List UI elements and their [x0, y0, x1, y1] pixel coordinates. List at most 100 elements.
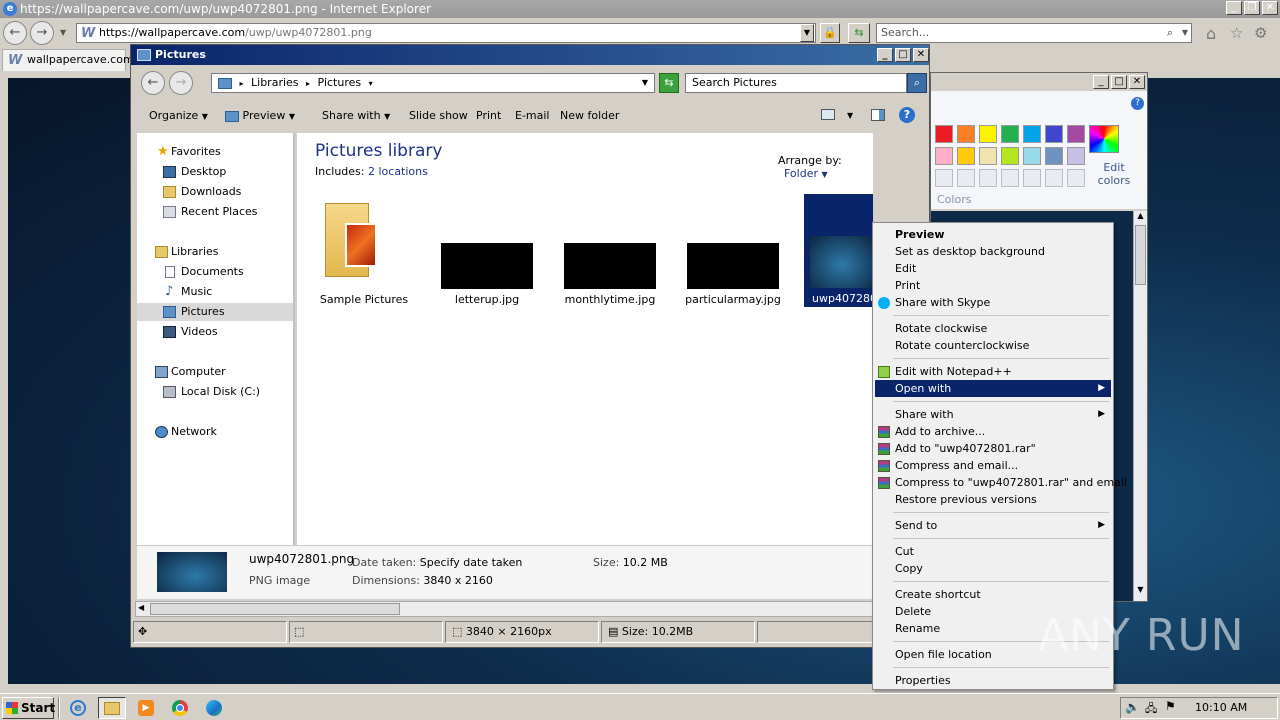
- palette-empty-swatch[interactable]: [1067, 169, 1085, 187]
- favorites-star-icon[interactable]: ☆: [1230, 24, 1243, 42]
- palette-color-swatch[interactable]: [1023, 147, 1041, 165]
- restore-button[interactable]: ❐: [1244, 1, 1260, 15]
- network-tray-icon[interactable]: 🖧: [1145, 700, 1157, 719]
- forward-button[interactable]: →: [30, 21, 54, 45]
- palette-color-swatch[interactable]: [1023, 125, 1041, 143]
- nav-music[interactable]: ♪ Music: [137, 283, 293, 301]
- palette-color-swatch[interactable]: [1045, 125, 1063, 143]
- menu-item-open-with[interactable]: Open with ▶: [875, 380, 1111, 397]
- menu-item-share-with-skype[interactable]: Share with Skype: [875, 294, 1111, 311]
- palette-empty-swatch[interactable]: [979, 169, 997, 187]
- palette-color-swatch[interactable]: [1067, 147, 1085, 165]
- slide-show-button[interactable]: Slide show: [409, 109, 468, 123]
- refresh-icon[interactable]: ⇆: [848, 23, 870, 43]
- taskbar-chrome-icon[interactable]: [166, 697, 194, 719]
- horizontal-scroll-thumb[interactable]: [150, 603, 400, 615]
- menu-item-set-as-desktop-background[interactable]: Set as desktop background: [875, 243, 1111, 260]
- nav-local-disk[interactable]: Local Disk (C:): [137, 383, 293, 401]
- scroll-down-icon[interactable]: ▼: [1135, 585, 1146, 598]
- menu-item-share-with[interactable]: Share with ▶: [875, 406, 1111, 423]
- palette-color-swatch[interactable]: [1045, 147, 1063, 165]
- explorer-search-input[interactable]: Search Pictures: [685, 73, 907, 93]
- explorer-close-button[interactable]: ✕: [913, 48, 929, 62]
- palette-color-swatch[interactable]: [1067, 125, 1085, 143]
- nav-network[interactable]: Network: [137, 423, 293, 441]
- menu-item-cut[interactable]: Cut: [875, 543, 1111, 560]
- palette-empty-swatch[interactable]: [1045, 169, 1063, 187]
- palette-color-swatch[interactable]: [1001, 125, 1019, 143]
- explorer-forward-button[interactable]: →: [169, 71, 193, 95]
- volume-icon[interactable]: 🔈: [1125, 700, 1140, 714]
- date-taken-field[interactable]: Specify date taken: [420, 556, 523, 569]
- new-folder-button[interactable]: New folder: [560, 109, 619, 123]
- taskbar-edge-icon[interactable]: [200, 697, 228, 719]
- menu-item-copy[interactable]: Copy: [875, 560, 1111, 577]
- help-icon[interactable]: ?: [899, 107, 915, 123]
- search-icon[interactable]: ⌕: [1167, 24, 1173, 42]
- nav-favorites[interactable]: ★ Favorites: [137, 143, 293, 161]
- explorer-back-button[interactable]: ←: [141, 71, 165, 95]
- taskbar-ie-icon[interactable]: e: [64, 697, 92, 719]
- history-dropdown-icon[interactable]: ▼: [60, 28, 66, 37]
- breadcrumb-libraries[interactable]: Libraries: [251, 76, 299, 89]
- nav-documents[interactable]: Documents: [137, 263, 293, 281]
- edit-colors-button[interactable]: Edit colors: [1089, 161, 1139, 187]
- nav-libraries[interactable]: Libraries: [137, 243, 293, 261]
- menu-item-print[interactable]: Print: [875, 277, 1111, 294]
- organize-button[interactable]: Organize ▼: [149, 109, 208, 124]
- explorer-refresh-icon[interactable]: ⇆: [659, 73, 679, 93]
- horizontal-scrollbar[interactable]: ◀: [135, 601, 873, 617]
- palette-empty-swatch[interactable]: [1023, 169, 1041, 187]
- palette-color-swatch[interactable]: [1001, 147, 1019, 165]
- taskbar-media-player-icon[interactable]: ▶: [132, 697, 160, 719]
- palette-color-swatch[interactable]: [957, 125, 975, 143]
- palette-empty-swatch[interactable]: [1001, 169, 1019, 187]
- email-button[interactable]: E-mail: [515, 109, 550, 123]
- scroll-left-icon[interactable]: ◀: [138, 603, 144, 612]
- menu-item-create-shortcut[interactable]: Create shortcut: [875, 586, 1111, 603]
- home-icon[interactable]: ⌂: [1206, 24, 1216, 43]
- menu-item-add-to-archive[interactable]: Add to archive...: [875, 423, 1111, 440]
- settings-gear-icon[interactable]: ⚙: [1254, 24, 1267, 42]
- preview-pane-icon[interactable]: [871, 109, 885, 121]
- palette-color-swatch[interactable]: [979, 125, 997, 143]
- nav-pictures[interactable]: Pictures: [137, 303, 293, 321]
- nav-videos[interactable]: Videos: [137, 323, 293, 341]
- menu-item-preview[interactable]: Preview: [875, 226, 1111, 243]
- action-center-flag-icon[interactable]: ⚑: [1165, 699, 1176, 713]
- menu-item-edit[interactable]: Edit: [875, 260, 1111, 277]
- clock[interactable]: 10:10 AM: [1195, 701, 1247, 714]
- print-button[interactable]: Print: [476, 109, 501, 123]
- menu-item-add-to-uwp4072801-rar[interactable]: Add to "uwp4072801.rar": [875, 440, 1111, 457]
- breadcrumb[interactable]: ▸ Libraries ▸ Pictures ▾ ▼: [211, 73, 655, 93]
- palette-color-swatch[interactable]: [935, 125, 953, 143]
- breadcrumb-chevron-icon[interactable]: ▾: [369, 79, 373, 88]
- breadcrumb-chevron-icon[interactable]: ▸: [240, 79, 244, 88]
- menu-item-send-to[interactable]: Send to ▶: [875, 517, 1111, 534]
- paint-maximize-button[interactable]: □: [1111, 75, 1127, 89]
- palette-color-swatch[interactable]: [979, 147, 997, 165]
- browser-tab[interactable]: W wallpapercave.com: [2, 49, 134, 71]
- menu-item-properties[interactable]: Properties: [875, 672, 1111, 689]
- share-with-button[interactable]: Share with ▼: [322, 109, 390, 124]
- breadcrumb-dropdown-icon[interactable]: ▼: [642, 74, 648, 92]
- edit-colors-icon[interactable]: [1089, 125, 1119, 153]
- paint-close-button[interactable]: ✕: [1129, 75, 1145, 89]
- paint-vertical-scrollbar[interactable]: ▲ ▼: [1133, 211, 1147, 601]
- palette-color-swatch[interactable]: [935, 147, 953, 165]
- menu-item-rotate-clockwise[interactable]: Rotate clockwise: [875, 320, 1111, 337]
- preview-button[interactable]: Preview ▼: [225, 109, 295, 124]
- explorer-search-icon[interactable]: ⌕: [907, 73, 927, 93]
- close-button[interactable]: ✕: [1262, 1, 1278, 15]
- palette-empty-swatch[interactable]: [935, 169, 953, 187]
- ie-search-input[interactable]: Search... ⌕ ▼: [876, 23, 1192, 43]
- address-dropdown-icon[interactable]: ▼: [800, 24, 814, 42]
- scroll-up-icon[interactable]: ▲: [1135, 211, 1146, 224]
- help-icon[interactable]: ?: [1131, 97, 1144, 110]
- palette-color-swatch[interactable]: [957, 147, 975, 165]
- lock-icon[interactable]: 🔒: [820, 23, 840, 43]
- nav-desktop[interactable]: Desktop: [137, 163, 293, 181]
- paint-minimize-button[interactable]: _: [1093, 75, 1109, 89]
- menu-item-compress-to-uwp4072801-rar-and-email[interactable]: Compress to "uwp4072801.rar" and email: [875, 474, 1127, 491]
- address-bar[interactable]: W https://wallpapercave.com/uwp/uwp40728…: [76, 23, 816, 43]
